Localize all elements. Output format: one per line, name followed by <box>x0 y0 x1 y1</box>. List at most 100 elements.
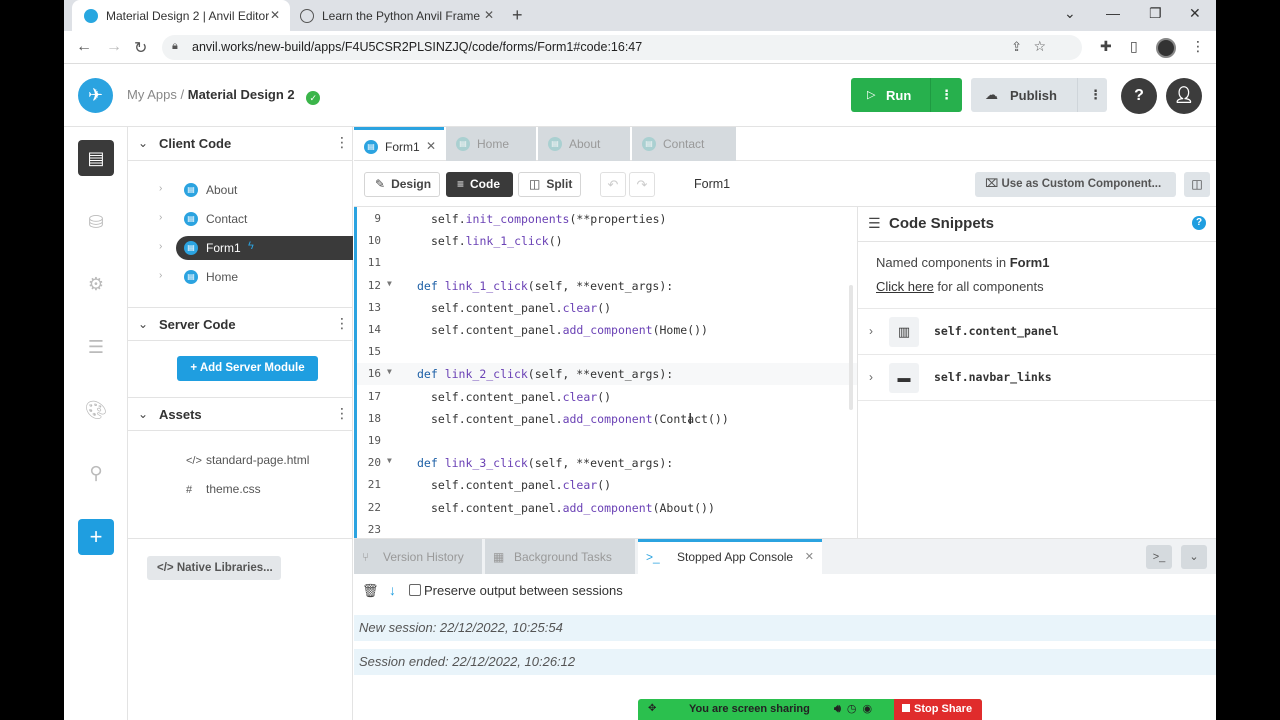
close-tab-icon[interactable]: ✕ <box>805 539 814 575</box>
click-here-link[interactable]: Click here <box>876 279 934 294</box>
file-item-contact[interactable]: › ▤ Contact <box>159 207 353 231</box>
undo-icon[interactable]: ↶ <box>600 172 626 197</box>
anvil-logo-icon[interactable]: ✈︎ <box>78 78 113 113</box>
fold-arrow-icon[interactable]: ▼ <box>387 279 392 288</box>
code-line[interactable]: 9 self.init_components(**properties) <box>357 208 857 230</box>
code-line[interactable]: 19 <box>357 430 857 452</box>
close-tab-icon[interactable]: ✕ <box>270 8 280 22</box>
code-line[interactable]: 18 self.content_panel.add_component(Conta… <box>357 408 857 430</box>
tab-search-chevron-icon[interactable]: ⌄ <box>1064 5 1076 22</box>
help-question-icon[interactable]: ? <box>1121 78 1157 114</box>
asset-item-theme-css[interactable]: # theme.css <box>186 482 261 496</box>
run-button[interactable]: ▷ Run ⋮ <box>851 78 962 112</box>
tab-version-history[interactable]: ⑂ Version History <box>354 539 482 575</box>
forward-icon[interactable]: → <box>106 38 122 56</box>
stop-share-button[interactable]: Stop Share <box>894 699 982 720</box>
add-server-module-button[interactable]: + Add Server Module <box>177 356 318 381</box>
minimize-icon[interactable]: — <box>1106 5 1120 21</box>
tab-app-console[interactable]: >_ Stopped App Console ✕ <box>638 539 822 575</box>
reload-icon[interactable]: ↻ <box>134 38 147 58</box>
client-code-kebab-icon[interactable]: ⋮ <box>335 134 349 151</box>
audio-controls-icon[interactable]: 🔊︎◷◉ <box>834 702 878 716</box>
publish-button[interactable]: ☁ Publish ⋮ <box>971 78 1107 112</box>
code-line[interactable]: 21 self.content_panel.clear() <box>357 474 857 496</box>
native-libraries-button[interactable]: </> Native Libraries... <box>147 556 281 580</box>
code-line[interactable]: 23 <box>357 519 857 538</box>
run-options-kebab-icon[interactable]: ⋮ <box>940 87 953 103</box>
chevron-right-icon[interactable]: › <box>159 270 162 281</box>
chevron-right-icon[interactable]: › <box>869 370 873 384</box>
close-tab-icon[interactable]: ✕ <box>426 139 436 153</box>
profile-avatar[interactable] <box>1156 38 1176 58</box>
assets-header[interactable]: ⌄ Assets ⋮ <box>128 397 353 431</box>
list-icon[interactable]: ☰ <box>78 329 114 365</box>
design-button[interactable]: ✎ Design <box>364 172 440 197</box>
chevron-right-icon[interactable]: › <box>159 183 162 194</box>
code-line[interactable]: 11 <box>357 252 857 274</box>
tab-about[interactable]: ▤ About <box>538 127 630 161</box>
side-panel-icon[interactable]: ▯ <box>1130 38 1138 55</box>
close-tab-icon[interactable]: ✕ <box>484 8 494 22</box>
data-tables-icon[interactable]: ⛁ <box>78 204 114 240</box>
file-item-home[interactable]: › ▤ Home <box>159 265 353 289</box>
tab-form1[interactable]: ▤ Form1 ✕ <box>354 127 444 161</box>
preserve-output-checkbox[interactable] <box>409 584 421 596</box>
code-line[interactable]: 12 ▼ def link_1_click(self, **event_args): <box>357 275 857 297</box>
search-icon[interactable]: ⚲ <box>78 455 114 491</box>
browser-tab-anvil-editor[interactable]: Material Design 2 | Anvil Editor ✕ <box>72 0 290 31</box>
extensions-puzzle-icon[interactable]: ✚ <box>1100 38 1112 55</box>
file-item-form1[interactable]: › ▤ Form1 ϟ <box>159 236 353 260</box>
url-field[interactable]: 🔒︎ anvil.works/new-build/apps/F4U5CSR2PL… <box>162 35 1082 60</box>
code-line[interactable]: 16 ▼ def link_2_click(self, **event_args): <box>357 363 857 386</box>
code-line[interactable]: 20 ▼ def link_3_click(self, **event_args): <box>357 452 857 474</box>
chevron-down-icon[interactable]: ⌄ <box>1181 545 1207 569</box>
maximize-icon[interactable]: ❐ <box>1149 5 1162 22</box>
help-icon[interactable]: ? <box>1192 216 1206 230</box>
snippet-row-navbar-links[interactable]: › ▬ self.navbar_links <box>858 354 1216 400</box>
custom-component-button[interactable]: ⌧ Use as Custom Component... <box>975 172 1176 197</box>
code-scrollbar[interactable] <box>849 285 853 410</box>
drag-handle-icon[interactable]: ✥ <box>648 703 656 714</box>
scroll-to-bottom-icon[interactable]: ↓ <box>389 582 396 598</box>
code-line[interactable]: 13 self.content_panel.clear() <box>357 297 857 319</box>
fold-arrow-icon[interactable]: ▼ <box>387 456 392 465</box>
client-code-header[interactable]: ⌄ Client Code ⋮ <box>128 127 353 161</box>
server-code-kebab-icon[interactable]: ⋮ <box>335 315 349 332</box>
assets-kebab-icon[interactable]: ⋮ <box>335 405 349 422</box>
browser-menu-icon[interactable]: ⋮ <box>1191 38 1205 55</box>
tab-contact[interactable]: ▤ Contact <box>632 127 736 161</box>
terminal-icon[interactable]: >_ <box>1146 545 1172 569</box>
app-browser-icon[interactable]: ▤ <box>78 140 114 176</box>
new-tab-icon[interactable]: + <box>512 5 523 26</box>
snippet-row-content-panel[interactable]: › ▥ self.content_panel <box>858 308 1216 354</box>
user-account-icon[interactable]: 👤︎ <box>1166 78 1202 114</box>
window-close-icon[interactable]: ✕ <box>1189 5 1201 22</box>
bookmark-star-icon[interactable]: ☆ <box>1033 38 1046 55</box>
code-line[interactable]: 22 self.content_panel.add_component(About… <box>357 497 857 519</box>
code-button[interactable]: ≡ Code <box>446 172 513 197</box>
snippets-list-icon[interactable]: ☰ <box>868 215 881 232</box>
back-icon[interactable]: ← <box>76 38 92 56</box>
chevron-right-icon[interactable]: › <box>159 241 162 252</box>
code-line[interactable]: 15 <box>357 341 857 363</box>
code-line[interactable]: 17 self.content_panel.clear() <box>357 386 857 408</box>
tab-background-tasks[interactable]: ▦ Background Tasks <box>485 539 635 575</box>
fold-arrow-icon[interactable]: ▼ <box>387 367 392 376</box>
theme-palette-icon[interactable]: 🎨︎ <box>78 392 114 428</box>
tab-home[interactable]: ▤ Home <box>446 127 536 161</box>
toggle-panel-icon[interactable]: ◫ <box>1184 172 1210 197</box>
code-line[interactable]: 10 self.link_1_click() <box>357 230 857 252</box>
chevron-right-icon[interactable]: › <box>159 212 162 223</box>
code-editor[interactable]: 9 self.init_components(**properties) 10 sel… <box>354 207 857 538</box>
server-code-header[interactable]: ⌄ Server Code ⋮ <box>128 307 353 341</box>
asset-item-standard-page[interactable]: </> standard-page.html <box>186 453 309 467</box>
trash-icon[interactable]: 🗑︎ <box>362 583 379 599</box>
share-icon[interactable]: ⇪ <box>1011 39 1022 55</box>
split-button[interactable]: ◫ Split <box>518 172 581 197</box>
breadcrumb-my-apps[interactable]: My Apps <box>127 87 177 102</box>
browser-tab-learn-anvil[interactable]: Learn the Python Anvil Framewo ✕ <box>290 0 504 31</box>
publish-options-kebab-icon[interactable]: ⋮ <box>1089 87 1102 103</box>
code-line[interactable]: 14 self.content_panel.add_component(Home(… <box>357 319 857 341</box>
add-feature-icon[interactable]: + <box>78 519 114 555</box>
settings-gear-icon[interactable]: ⚙ <box>78 266 114 302</box>
